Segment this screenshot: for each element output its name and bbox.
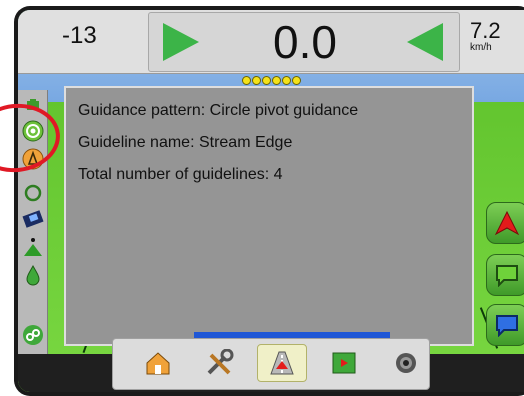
application-icon[interactable] [22, 264, 44, 286]
tab-guidance[interactable] [257, 344, 307, 382]
green-panel-button[interactable] [486, 254, 524, 296]
status-bar: -13 0.0 7.2 km/h [18, 10, 524, 74]
guidance-icon [270, 351, 294, 375]
guidance-info-panel: Guidance pattern: Circle pivot guidance … [64, 86, 474, 346]
lightbar-led [272, 76, 281, 85]
cross-track-value: 0.0 [273, 16, 337, 68]
tab-camera[interactable] [381, 344, 431, 382]
guidance-screen: -13 0.0 7.2 km/h Guidance pattern: Circl… [18, 10, 524, 392]
tab-tools[interactable] [195, 344, 245, 382]
lightbar-led [292, 76, 301, 85]
guidance-arrow-icon [494, 210, 520, 236]
lightbar-led [282, 76, 291, 85]
mark-point-icon[interactable] [22, 236, 44, 258]
lightbar-led [242, 76, 251, 85]
guidance-pattern-text: Guidance pattern: Circle pivot guidance [78, 102, 359, 119]
steer-left-icon [407, 23, 443, 61]
lightbar [242, 76, 301, 86]
blue-panel-icon [496, 315, 518, 337]
speed-readout: 7.2 km/h [470, 20, 501, 54]
lightbar-led [252, 76, 261, 85]
home-icon [146, 352, 170, 375]
left-status-value: -13 [62, 22, 97, 49]
link-icon[interactable] [22, 324, 44, 346]
camera-icon [396, 353, 416, 373]
tab-mapping[interactable] [319, 344, 369, 382]
bottom-tabs [112, 338, 430, 390]
steer-right-icon [163, 23, 199, 61]
blue-panel-button[interactable] [486, 304, 524, 346]
lightbar-led [262, 76, 271, 85]
tools-icon [207, 349, 234, 375]
device-bezel: -13 0.0 7.2 km/h Guidance pattern: Circl… [14, 6, 524, 396]
cross-track-panel: 0.0 [148, 12, 460, 72]
steering-icon[interactable] [22, 182, 44, 204]
green-panel-icon [496, 265, 518, 287]
tab-home[interactable] [133, 344, 183, 382]
guidance-arrow-button[interactable] [486, 202, 524, 244]
vehicle-view-icon[interactable] [22, 208, 44, 230]
total-guidelines-text: Total number of guidelines: 4 [78, 166, 283, 183]
mapping-icon [332, 352, 356, 374]
speed-value: 7.2 [470, 18, 501, 43]
speed-unit: km/h [470, 42, 492, 53]
guideline-name-text: Guideline name: Stream Edge [78, 134, 293, 151]
